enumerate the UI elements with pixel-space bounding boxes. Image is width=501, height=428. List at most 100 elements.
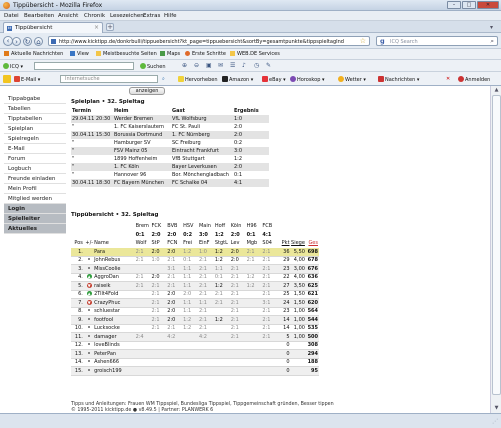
gast-cell[interactable]: SC Freiburg (171, 139, 233, 147)
screen-icon[interactable]: ▣ (206, 62, 212, 69)
player-name[interactable]: Para (93, 247, 136, 257)
col-header-pkt[interactable]: Pkt (278, 239, 291, 248)
menu-history[interactable]: Chronik (84, 13, 105, 19)
sidebar-section-spielleiter[interactable]: Spielleiter (4, 214, 66, 224)
heim-cell[interactable]: Hamburger SV (113, 139, 171, 147)
login-button[interactable]: Anmelden (458, 76, 490, 83)
bookmark-most-visited[interactable]: Meistbesuchte Seiten (96, 51, 157, 57)
player-name[interactable]: CrazyPhuc (93, 298, 136, 308)
sidebar-item-mein-profil[interactable]: Mein Profil (4, 184, 66, 194)
sidebar-item-mitglied-werden[interactable]: Mitglied werden (4, 194, 66, 204)
menu-icon[interactable]: ☰ (230, 62, 235, 69)
player-name[interactable]: PeterPan (93, 349, 136, 359)
sidebar-item-email[interactable]: E-Mail (4, 144, 66, 154)
scroll-up-icon[interactable]: ▲ (492, 86, 501, 95)
player-name[interactable]: JohnRebus (93, 256, 136, 265)
zoom-in-icon[interactable]: ⊕ (182, 62, 187, 69)
icq-search-input[interactable] (34, 62, 134, 70)
gast-cell[interactable]: Bor. Mönchengladbach (171, 171, 233, 179)
player-name[interactable]: Lucksocke (93, 324, 136, 333)
search-box[interactable]: g ICQ Search ⌕ (376, 36, 498, 46)
url-text[interactable]: http://www.kicktipp.de/donkrbulli/tippue… (59, 39, 359, 45)
icq-search-button[interactable]: Suchen (140, 63, 166, 70)
heim-cell[interactable]: FSV Mainz 05 (113, 147, 171, 155)
tab-list-button[interactable]: ▾ (490, 24, 493, 31)
music-icon[interactable]: ♪ (242, 62, 246, 69)
close-window-button[interactable]: ✕ (477, 1, 499, 9)
minimize-button[interactable]: – (447, 1, 461, 9)
gast-cell[interactable]: FC St. Pauli (171, 123, 233, 131)
sidebar-item-spielplan[interactable]: Spielplan (4, 124, 66, 134)
player-name[interactable]: loveBlinds (93, 341, 136, 350)
col-header-siege[interactable]: Siege (291, 239, 306, 248)
player-name[interactable]: Ashen666 (93, 358, 136, 367)
player-row[interactable]: 11. damager 2:4 4:2 4:2 2:1 2:1 5 1,00 500 (71, 332, 319, 342)
heim-cell[interactable]: Borussia Dortmund (113, 131, 171, 139)
player-name[interactable]: MissCoolie (93, 264, 136, 274)
edit-icon[interactable]: ✎ (266, 62, 271, 69)
sidebar-section-login[interactable]: Login (4, 204, 66, 214)
player-row[interactable]: 7. ▼ CrazyPhuc 2:1 2:0 1:1 1:1 2:1 2:1 3:1 24 1,50 6… (71, 298, 319, 308)
forward-button[interactable]: › (12, 37, 21, 46)
sidebar-section-aktuelles[interactable]: Aktuelles (4, 224, 66, 234)
player-name[interactable]: AggroDan (93, 273, 136, 282)
heim-cell[interactable]: 1899 Hoffenheim (113, 155, 171, 163)
bookmark-star-icon[interactable]: ☆ (360, 37, 366, 45)
col-header-ges[interactable]: Ges (306, 239, 319, 248)
player-name[interactable]: groisch199 (93, 366, 136, 376)
icq-button[interactable]: ICQ ▾ (3, 63, 23, 70)
sidebar-item-tipptabellen[interactable]: Tipptabellen (4, 114, 66, 124)
heim-cell[interactable]: FC Bayern München (113, 179, 171, 187)
player-row[interactable]: 6. ▲ 2Tilt4Fold 2:1 2:0 2:0 2:1 2:1 2:1 2:1 25 1,50… (71, 290, 319, 299)
player-row[interactable]: 12. loveBlinds 0 308 (71, 341, 319, 350)
bookmark-view[interactable]: View (70, 51, 89, 57)
bookmark-news[interactable]: Aktuelle Nachrichten (4, 51, 63, 57)
scroll-down-icon[interactable]: ▼ (492, 404, 501, 413)
heim-cell[interactable]: Werder Bremen (113, 115, 171, 123)
menu-file[interactable]: Datei (4, 13, 19, 19)
player-row[interactable]: 13. PeterPan 0 294 (71, 349, 319, 359)
zoom-out-icon[interactable]: ⊖ (194, 62, 199, 69)
player-name[interactable]: footfool (93, 315, 136, 325)
horoscope-button[interactable]: Horoskop ▾ (290, 76, 325, 83)
player-name[interactable]: 2Tilt4Fold (93, 290, 136, 299)
sidebar-item-spielregeln[interactable]: Spielregeln (4, 134, 66, 144)
search-go-icon[interactable]: ⌕ (490, 37, 494, 46)
resize-grip-icon[interactable]: ⋰ (492, 418, 498, 425)
player-row[interactable]: 2. JohnRebus 2:1 1:0 2:1 0:1 2:1 1:2 2:0 2:1 2:1 29… (71, 256, 319, 265)
player-row[interactable]: 9. footfool 2:1 2:0 1:2 2:1 1:2 2:1 2:1 14 1,00 544 (71, 315, 319, 325)
bookmark-webde[interactable]: WEB.DE Services (230, 51, 280, 57)
clock-icon[interactable]: ◷ (254, 62, 259, 69)
news-button[interactable]: Nachrichten ▾ (378, 76, 419, 83)
email-button[interactable]: E-Mail ▾ (14, 76, 40, 83)
menu-help[interactable]: Hilfe (164, 13, 177, 19)
heim-cell[interactable]: 1. FC Köln (113, 163, 171, 171)
sidebar-item-tabellen[interactable]: Tabellen (4, 104, 66, 114)
sidebar-item-forum[interactable]: Forum (4, 154, 66, 164)
gast-cell[interactable]: Eintracht Frankfurt (171, 147, 233, 155)
gast-cell[interactable]: FC Schalke 04 (171, 179, 233, 187)
close-toolbar-icon[interactable]: ✕ (446, 76, 450, 82)
url-bar[interactable]: http://www.kicktipp.de/donkrbulli/tippue… (48, 36, 370, 46)
sidebar-item-tippabgabe[interactable]: Tippabgabe (4, 94, 66, 104)
tab-tippuebersicht[interactable]: kt Tippübersicht × (3, 22, 103, 33)
player-name[interactable]: schluestar (93, 307, 136, 316)
scrollbar-thumb[interactable] (492, 95, 501, 395)
weather-button[interactable]: Wetter ▾ (338, 76, 366, 83)
heim-cell[interactable]: Hannover 96 (113, 171, 171, 179)
player-row[interactable]: 4. ▲ AggroDan 2:1 2:0 2:1 1:1 2:1 0:1 2:1 1:2 2:1 22… (71, 273, 319, 282)
home-button[interactable]: ⌂ (34, 37, 43, 46)
menu-bookmarks[interactable]: Lesezeichen (110, 13, 144, 19)
sidebar-item-freunde-einladen[interactable]: Freunde einladen (4, 174, 66, 184)
maximize-button[interactable]: □ (462, 1, 476, 9)
tab-close-icon[interactable]: × (94, 24, 99, 31)
heim-cell[interactable]: 1. FC Kaiserslautern (113, 123, 171, 131)
menu-view[interactable]: Ansicht (58, 13, 78, 19)
ebay-button[interactable]: eBay ▾ (262, 76, 286, 83)
gast-cell[interactable]: VfL Wolfsburg (171, 115, 233, 123)
gast-cell[interactable]: Bayer Leverkusen (171, 163, 233, 171)
player-row[interactable]: 14. Ashen666 0 188 (71, 358, 319, 367)
amazon-button[interactable]: Amazon ▾ (222, 76, 253, 83)
bookmark-maps[interactable]: Maps (160, 51, 180, 57)
search-go-icon[interactable]: ⌕ (162, 76, 165, 82)
